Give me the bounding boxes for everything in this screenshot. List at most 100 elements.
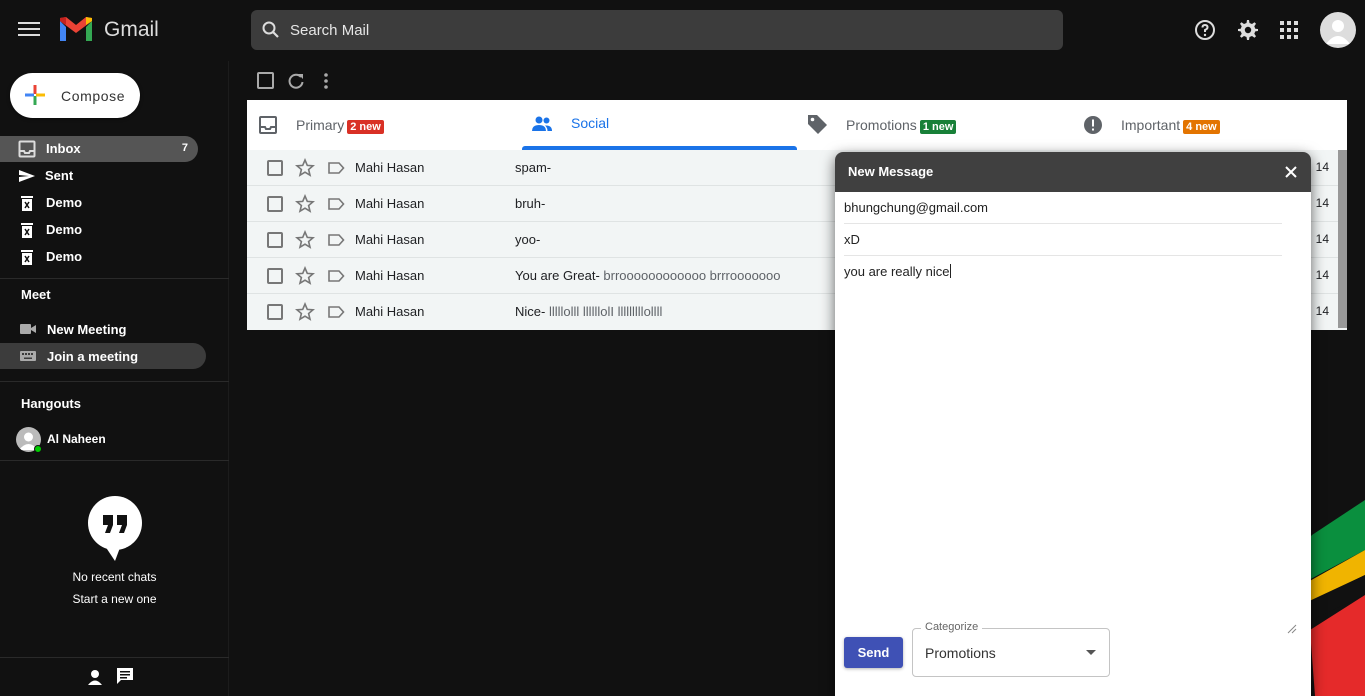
- row-checkbox[interactable]: [267, 232, 283, 248]
- row-checkbox[interactable]: [267, 196, 283, 212]
- email-subject: Nice-: [515, 304, 546, 319]
- email-date: 14: [1315, 196, 1329, 210]
- tab-promotions[interactable]: Promotions 1 new: [797, 100, 1072, 150]
- label-tag-icon[interactable]: [327, 267, 345, 285]
- main-menu-icon[interactable]: [18, 19, 40, 41]
- row-checkbox[interactable]: [267, 268, 283, 284]
- price-tag-icon: [808, 115, 827, 134]
- important-alert-icon: [1084, 116, 1102, 134]
- inbox-icon: [259, 116, 277, 134]
- compose-button[interactable]: Compose: [10, 73, 140, 118]
- search-input[interactable]: Search Mail: [290, 22, 369, 39]
- new-count-badge: 4 new: [1183, 120, 1220, 134]
- contact-name: Al Naheen: [47, 432, 106, 446]
- sidebar-item-demo[interactable]: Demo: [0, 217, 198, 243]
- sidebar-item-label: Sent: [45, 168, 74, 183]
- trash-icon: [21, 223, 33, 238]
- refresh-icon[interactable]: [286, 72, 306, 90]
- start-new-chat-link[interactable]: Start a new one: [0, 592, 229, 606]
- label-tag-icon[interactable]: [327, 195, 345, 213]
- contacts-person-icon[interactable]: [86, 668, 104, 686]
- email-date: 14: [1315, 160, 1329, 174]
- sidebar-item-inbox[interactable]: Inbox 7: [0, 136, 198, 162]
- sidebar-item-demo[interactable]: Demo: [0, 244, 198, 270]
- search-bar[interactable]: Search Mail: [251, 10, 1063, 50]
- categorize-label: Categorize: [921, 621, 983, 633]
- sidebar-item-sent[interactable]: Sent: [0, 163, 198, 189]
- video-camera-icon: [20, 324, 36, 334]
- compose-label: Compose: [61, 88, 126, 104]
- account-avatar[interactable]: [1320, 12, 1356, 48]
- close-icon[interactable]: [1284, 165, 1298, 179]
- email-list-scrollbar[interactable]: [1338, 150, 1347, 328]
- apps-grid-icon[interactable]: [1277, 18, 1301, 42]
- email-date: 14: [1315, 304, 1329, 318]
- message-body-text: you are really nice: [844, 264, 950, 279]
- chat-message-icon[interactable]: [115, 666, 135, 686]
- email-sender: Mahi Hasan: [355, 268, 425, 283]
- person-icon: [1326, 20, 1350, 44]
- inbox-icon: [18, 140, 36, 158]
- label-tag-icon[interactable]: [327, 231, 345, 249]
- unread-count: 7: [181, 142, 188, 154]
- star-icon[interactable]: [295, 230, 315, 250]
- star-icon[interactable]: [295, 194, 315, 214]
- star-icon[interactable]: [295, 158, 315, 178]
- sidebar-item-label: Demo: [46, 195, 83, 210]
- tab-important[interactable]: Important 4 new: [1072, 100, 1347, 150]
- sidebar-item-label: Demo: [46, 222, 83, 237]
- hangouts-section-title: Hangouts: [21, 396, 81, 411]
- online-status-icon: [34, 445, 42, 453]
- top-header: Gmail Search Mail: [0, 0, 1365, 61]
- subject-field[interactable]: xD: [844, 224, 1282, 256]
- no-recent-chats-text: No recent chats: [72, 570, 157, 584]
- help-icon[interactable]: [1193, 18, 1217, 42]
- email-subject: spam-: [515, 160, 552, 175]
- compose-header[interactable]: New Message: [835, 152, 1311, 192]
- resize-handle-icon[interactable]: [1285, 622, 1297, 634]
- star-icon[interactable]: [295, 302, 315, 322]
- join-meeting-button[interactable]: Join a meeting: [0, 343, 206, 369]
- label-tag-icon[interactable]: [327, 303, 345, 321]
- gmail-logo-icon[interactable]: [58, 15, 94, 43]
- sidebar: Compose Inbox 7 Sent Demo Demo Demo Meet…: [0, 61, 229, 696]
- new-meeting-label: New Meeting: [47, 322, 127, 337]
- settings-gear-icon[interactable]: [1235, 18, 1259, 42]
- send-button[interactable]: Send: [844, 637, 903, 668]
- email-sender: Mahi Hasan: [355, 304, 425, 319]
- trash-icon: [21, 196, 33, 211]
- tab-primary[interactable]: Primary 2 new: [247, 100, 522, 150]
- tab-label: Promotions: [846, 117, 917, 133]
- keyboard-icon: [20, 351, 36, 361]
- sidebar-item-label: Inbox: [46, 141, 81, 156]
- email-sender: Mahi Hasan: [355, 232, 425, 247]
- recipient-field[interactable]: bhungchung@gmail.com: [844, 192, 1282, 224]
- select-all-checkbox[interactable]: [257, 72, 274, 89]
- compose-window: New Message bhungchung@gmail.com xD you …: [835, 152, 1311, 696]
- message-body-field[interactable]: you are really nice: [844, 264, 951, 279]
- email-date: 14: [1315, 232, 1329, 246]
- email-date: 14: [1315, 268, 1329, 282]
- meet-section-title: Meet: [21, 287, 51, 302]
- tab-label: Primary: [296, 117, 345, 133]
- more-options-icon[interactable]: [322, 72, 330, 90]
- sidebar-item-demo[interactable]: Demo: [0, 190, 198, 216]
- row-checkbox[interactable]: [267, 304, 283, 320]
- star-icon[interactable]: [295, 266, 315, 286]
- dropdown-arrow-icon: [1086, 650, 1096, 655]
- email-snippet: lllllolll llllllolI lllllllllollll: [545, 304, 663, 319]
- label-tag-icon[interactable]: [327, 159, 345, 177]
- tab-label: Important: [1121, 117, 1181, 133]
- tab-social[interactable]: Social: [522, 100, 797, 150]
- email-subject: yoo-: [515, 232, 541, 247]
- categorize-select[interactable]: Categorize Promotions: [912, 621, 1110, 677]
- row-checkbox[interactable]: [267, 160, 283, 176]
- app-brand[interactable]: Gmail: [104, 18, 159, 42]
- email-sender: Mahi Hasan: [355, 160, 425, 175]
- categorize-value: Promotions: [925, 645, 996, 661]
- new-meeting-button[interactable]: New Meeting: [0, 316, 206, 342]
- sidebar-divider: [0, 278, 229, 279]
- search-icon[interactable]: [261, 20, 281, 40]
- email-subject: bruh-: [515, 196, 546, 211]
- email-sender: Mahi Hasan: [355, 196, 425, 211]
